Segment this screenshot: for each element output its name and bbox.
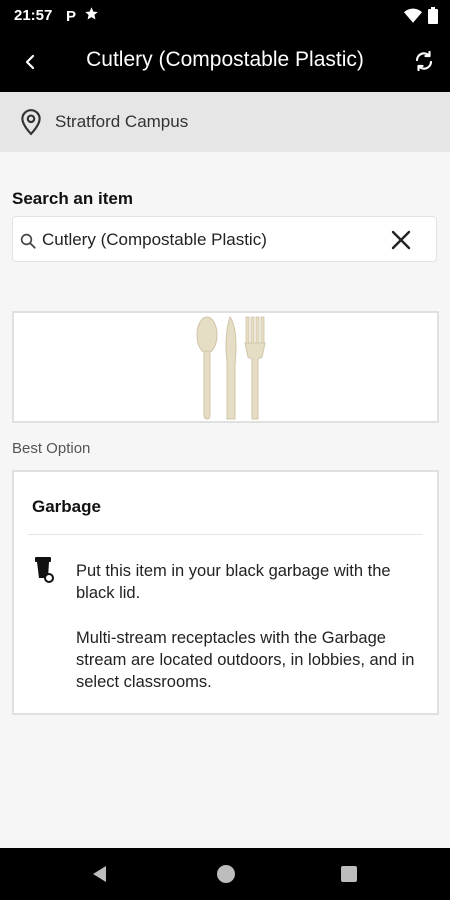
nav-recent-icon[interactable]	[340, 865, 358, 888]
search-value: Cutlery (Compostable Plastic)	[42, 230, 267, 249]
location-selector[interactable]: Stratford Campus	[0, 92, 450, 152]
status-left-icons: P	[66, 6, 99, 26]
nav-home-icon[interactable]	[215, 863, 237, 890]
status-right-icons	[404, 7, 438, 29]
option-instruction: Put this item in your black garbage with…	[76, 562, 391, 602]
chevron-left-icon	[25, 54, 35, 70]
cutlery-image	[196, 315, 266, 420]
divider	[28, 534, 423, 535]
option-details: Multi-stream receptacles with the Garbag…	[76, 629, 415, 691]
option-title: Garbage	[32, 497, 101, 516]
back-button[interactable]	[18, 50, 42, 74]
system-nav-bar	[0, 848, 450, 900]
wifi-icon	[404, 8, 422, 29]
nav-back-icon[interactable]	[90, 864, 110, 889]
status-bar: 21:57 P	[0, 0, 450, 32]
garbage-bin-icon	[34, 556, 56, 589]
location-label: Stratford Campus	[55, 112, 189, 131]
close-icon	[391, 230, 411, 250]
search-heading: Search an item	[12, 189, 133, 208]
status-time: 21:57	[14, 7, 53, 24]
refresh-button[interactable]	[412, 49, 436, 73]
search-icon	[19, 232, 37, 255]
location-pin-icon	[18, 108, 44, 141]
item-image	[12, 311, 439, 423]
app-bar: Cutlery (Compostable Plastic)	[0, 32, 450, 92]
disposal-option-card: Garbage Put this item in your black garb…	[12, 470, 439, 715]
parking-p-icon: P	[66, 7, 77, 25]
best-option-label: Best Option	[12, 440, 91, 457]
page-title: Cutlery (Compostable Plastic)	[86, 48, 364, 71]
search-input[interactable]: Cutlery (Compostable Plastic)	[12, 216, 437, 262]
refresh-icon	[415, 50, 433, 72]
star-icon	[84, 6, 99, 26]
clear-search-button[interactable]	[390, 229, 412, 251]
battery-icon	[428, 7, 438, 29]
